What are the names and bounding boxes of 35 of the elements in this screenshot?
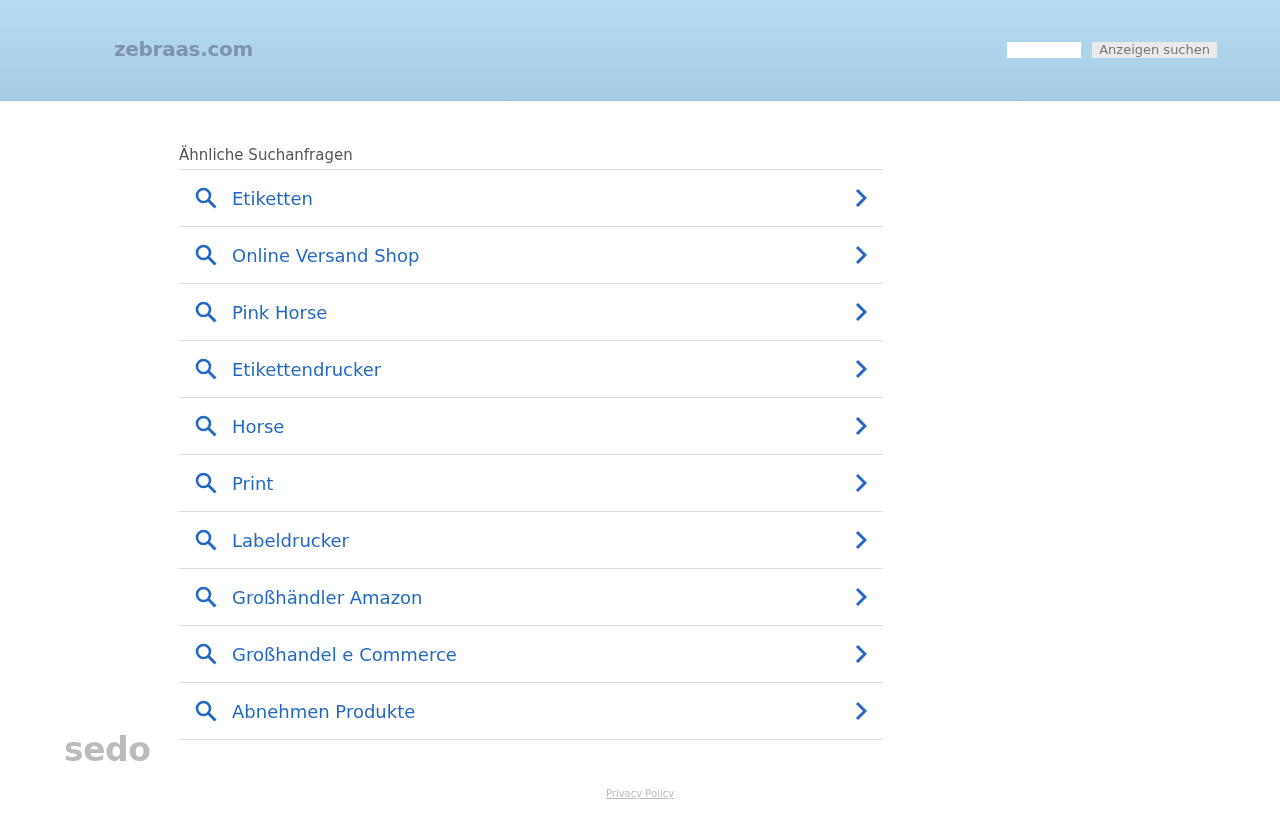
chevron-right-icon [855, 416, 867, 436]
search-icon [195, 358, 217, 380]
related-search-link[interactable]: Pink Horse [179, 284, 883, 341]
chevron-right-icon [855, 701, 867, 721]
search-icon [195, 301, 217, 323]
related-search-link[interactable]: Horse [179, 398, 883, 455]
chevron-right-icon [855, 473, 867, 493]
chevron-right-icon [855, 359, 867, 379]
chevron-right-icon [855, 644, 867, 664]
site-logo: zebraas.com [114, 37, 253, 61]
chevron-right-icon [855, 245, 867, 265]
related-search-link[interactable]: Großhändler Amazon [179, 569, 883, 626]
search-icon [195, 415, 217, 437]
search-icon [195, 187, 217, 209]
search-icon [195, 700, 217, 722]
related-search-link[interactable]: Etiketten [179, 170, 883, 227]
search-icon [195, 472, 217, 494]
related-search-link[interactable]: Abnehmen Produkte [179, 683, 883, 740]
related-search-link[interactable]: Etikettendrucker [179, 341, 883, 398]
search-button[interactable]: Anzeigen suchen [1092, 42, 1217, 58]
search-icon [195, 643, 217, 665]
chevron-right-icon [855, 587, 867, 607]
related-search-link[interactable]: Online Versand Shop [179, 227, 883, 284]
search-icon [195, 529, 217, 551]
search-icon [195, 586, 217, 608]
search-icon [195, 244, 217, 266]
related-search-link[interactable]: Labeldrucker [179, 512, 883, 569]
chevron-right-icon [855, 188, 867, 208]
search-field[interactable] [1007, 42, 1082, 58]
related-search-link[interactable]: Großhandel e Commerce [179, 626, 883, 683]
related-search-link[interactable]: Print [179, 455, 883, 512]
chevron-right-icon [855, 530, 867, 550]
brand-logo: sedo [64, 730, 151, 769]
section-heading: Ähnliche Suchanfragen [179, 146, 354, 164]
chevron-right-icon [855, 302, 867, 322]
